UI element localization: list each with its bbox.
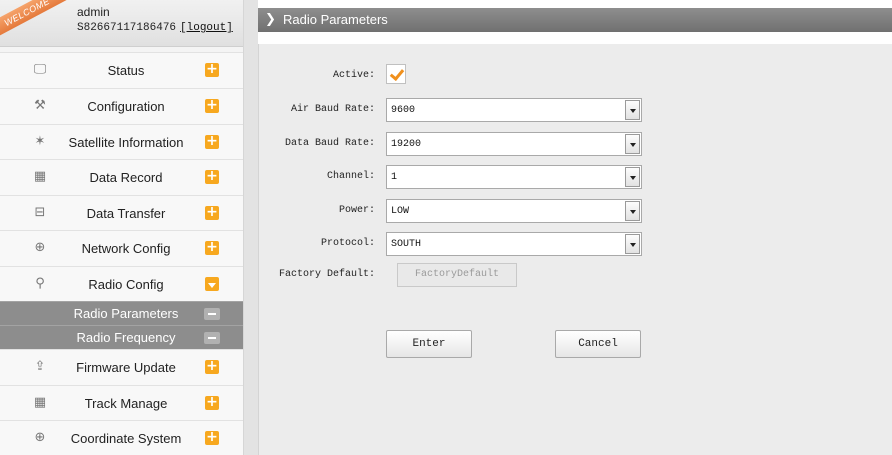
- power-value: LOW: [391, 206, 410, 217]
- satellite-icon: ✶: [34, 133, 46, 149]
- expand-plus-icon[interactable]: +: [205, 169, 219, 184]
- menu-item-data-transfer[interactable]: ⊟ Data Transfer +: [0, 194, 243, 230]
- row-power: Power: LOW: [259, 199, 892, 223]
- channel-label: Channel:: [326, 171, 375, 182]
- calendar-icon: ▦: [33, 169, 47, 184]
- calendar-icon: ▦: [33, 394, 47, 410]
- submenu-item-radio-parameters[interactable]: Radio Parameters: [0, 301, 243, 325]
- dropdown-arrow-icon[interactable]: [625, 167, 640, 187]
- menu-item-status[interactable]: 🖵 Status +: [0, 52, 243, 88]
- menu-item-track-manage[interactable]: ▦ Track Manage +: [0, 384, 243, 420]
- air-baud-rate-select[interactable]: 9600: [386, 98, 642, 122]
- protocol-label: Protocol:: [320, 238, 375, 249]
- menu-item-firmware-update[interactable]: ⇪ Firmware Update +: [0, 349, 243, 385]
- menu-item-configuration[interactable]: ⚒ Configuration +: [0, 88, 243, 124]
- dropdown-arrow-icon[interactable]: [625, 234, 640, 254]
- air-baud-rate-label: Air Baud Rate:: [290, 104, 375, 115]
- data-baud-rate-select[interactable]: 19200: [386, 132, 642, 156]
- page-title-bar: ❯ Radio Parameters: [258, 8, 892, 32]
- dropdown-arrow-icon[interactable]: [625, 134, 640, 154]
- menu-item-label: Data Record: [89, 170, 163, 185]
- dropdown-arrow-icon[interactable]: [625, 201, 640, 221]
- row-channel: Channel: 1: [259, 165, 892, 189]
- monitor-icon: 🖵: [33, 62, 47, 77]
- expand-plus-icon[interactable]: +: [205, 62, 219, 77]
- dropdown-arrow-icon[interactable]: [625, 100, 640, 120]
- active-checkbox[interactable]: [386, 64, 406, 84]
- menu-item-label: Track Manage: [84, 395, 168, 411]
- device-id: S82667117186476 [logout]: [77, 22, 233, 34]
- tools-icon: ⚒: [34, 98, 46, 113]
- menu-item-data-record[interactable]: ▦ Data Record +: [0, 159, 243, 195]
- globe-icon: ⊕: [34, 430, 46, 445]
- antenna-icon: ⚲: [35, 275, 45, 291]
- expand-plus-icon[interactable]: +: [205, 205, 219, 220]
- protocol-select[interactable]: SOUTH: [386, 232, 642, 256]
- menu-item-label: Satellite Information: [68, 134, 184, 150]
- device-id-value: S82667117186476: [77, 22, 177, 34]
- menu-item-label: Network Config: [81, 241, 171, 256]
- factory-default-label: Factory Default:: [278, 269, 375, 280]
- menu-item-label: Radio Config: [88, 276, 164, 292]
- welcome-ribbon: WELCOME: [0, 0, 67, 39]
- page-title: Radio Parameters: [283, 12, 388, 27]
- menu-item-network-config[interactable]: ⊕ Network Config +: [0, 230, 243, 266]
- menu-item-radio-config[interactable]: ⚲ Radio Config: [0, 265, 243, 301]
- channel-value: 1: [391, 172, 398, 183]
- menu-item-satellite-information[interactable]: ✶ Satellite Information +: [0, 123, 243, 159]
- power-label: Power:: [338, 205, 375, 216]
- submenu-item-radio-frequency[interactable]: Radio Frequency: [0, 325, 243, 349]
- protocol-value: SOUTH: [391, 239, 422, 250]
- row-protocol: Protocol: SOUTH: [259, 232, 892, 256]
- data-baud-rate-value: 19200: [391, 139, 422, 150]
- row-air-baud-rate: Air Baud Rate: 9600: [259, 98, 892, 122]
- globe-icon: ⊕: [34, 240, 46, 255]
- user-panel: WELCOME admin S82667117186476 [logout]: [0, 0, 243, 47]
- menu-item-label: Data Transfer: [86, 205, 166, 221]
- menu-item-label: Firmware Update: [76, 360, 176, 375]
- expand-plus-icon[interactable]: +: [205, 430, 219, 445]
- enter-button[interactable]: Enter: [386, 330, 472, 358]
- air-baud-rate-value: 9600: [391, 105, 416, 116]
- channel-select[interactable]: 1: [386, 165, 642, 189]
- username: admin: [77, 5, 110, 19]
- submenu-item-label: Radio Frequency: [76, 330, 176, 345]
- network-icon: ⊟: [34, 204, 46, 220]
- sidebar-scrollbar[interactable]: [243, 0, 258, 455]
- main-menu: 🖵 Status + ⚒ Configuration + ✶ Satellite…: [0, 52, 243, 455]
- active-label: Active:: [332, 70, 375, 81]
- expand-plus-icon[interactable]: +: [205, 359, 219, 374]
- data-baud-rate-label: Data Baud Rate:: [284, 138, 375, 149]
- factory-default-button[interactable]: FactoryDefault: [397, 263, 517, 287]
- minus-icon: [204, 308, 220, 320]
- row-active: Active:: [259, 64, 892, 88]
- menu-item-coordinate-system[interactable]: ⊕ Coordinate System +: [0, 420, 243, 455]
- cancel-button[interactable]: Cancel: [555, 330, 641, 358]
- submenu-item-label: Radio Parameters: [73, 306, 179, 321]
- collapse-icon[interactable]: [205, 276, 219, 291]
- row-factory-default: Factory Default: FactoryDefault: [259, 263, 892, 287]
- logout-link[interactable]: [logout]: [180, 22, 233, 34]
- expand-plus-icon[interactable]: +: [205, 98, 219, 113]
- row-data-baud-rate: Data Baud Rate: 19200: [259, 132, 892, 156]
- minus-icon: [204, 332, 220, 344]
- menu-item-label: Configuration: [87, 99, 165, 114]
- expand-plus-icon[interactable]: +: [205, 395, 219, 410]
- power-select[interactable]: LOW: [386, 199, 642, 223]
- sidebar: WELCOME admin S82667117186476 [logout] 🖵 …: [0, 0, 243, 455]
- menu-item-label: Status: [107, 63, 145, 78]
- expand-plus-icon[interactable]: +: [205, 134, 219, 149]
- menu-item-label: Coordinate System: [70, 431, 182, 446]
- expand-plus-icon[interactable]: +: [205, 240, 219, 255]
- chevron-right-icon: ❯: [265, 12, 276, 27]
- radio-parameters-form: Active: Air Baud Rate: 9600 Data Baud Ra…: [258, 44, 892, 455]
- upload-icon: ⇪: [34, 359, 46, 374]
